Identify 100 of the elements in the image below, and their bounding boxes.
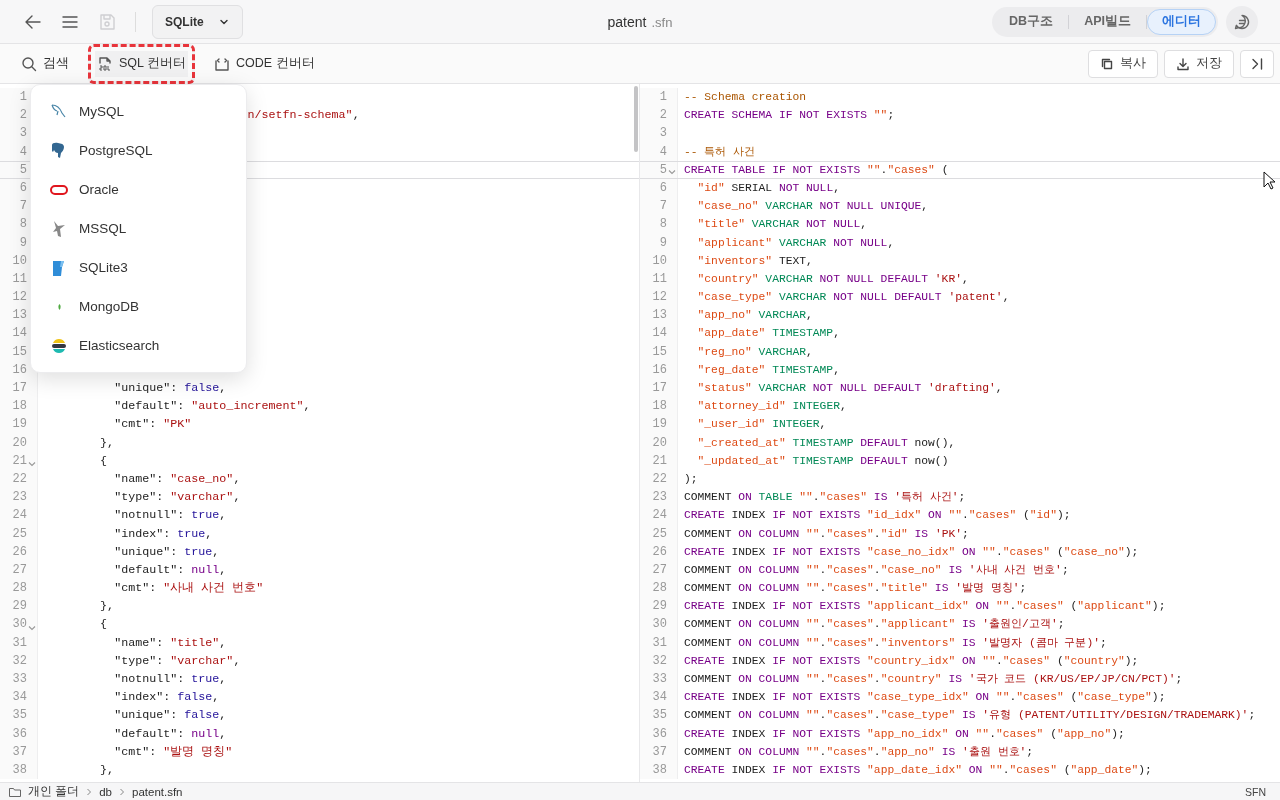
line-number: 1: [658, 89, 667, 106]
code-line: COMMENT ON COLUMN ""."cases"."id" IS 'PK';: [684, 527, 969, 540]
fold-chevron-icon[interactable]: [28, 460, 36, 467]
line-number: 33: [651, 671, 667, 688]
line-number: 34: [11, 689, 27, 707]
line-number: 21: [651, 452, 667, 470]
breadcrumb-link[interactable]: db: [99, 785, 112, 798]
code-line: },: [100, 435, 115, 450]
code-line: "inventors" TEXT,: [697, 254, 813, 267]
line-number: 15: [11, 343, 27, 361]
line-number: 2: [658, 107, 667, 125]
menu-item[interactable]: MSSQL: [31, 209, 246, 248]
chevron-right-icon: [118, 786, 126, 797]
code-line: "type": "varchar",: [114, 653, 241, 668]
code-line: COMMENT ON COLUMN ""."cases"."title" IS '발명 명칭';: [684, 582, 1027, 595]
menu-item[interactable]: MongoDB: [31, 287, 246, 326]
toolbar-tab[interactable]: 검색: [12, 43, 78, 84]
code-line: "_updated_at" TIMESTAMP DEFAULT now(): [697, 454, 949, 467]
code-line: CREATE SCHEMA IF NOT EXISTS "";: [684, 109, 895, 122]
line-number: 19: [11, 416, 27, 434]
code-line: "attorney_id" INTEGER,: [697, 400, 847, 413]
menu-item[interactable]: MySQL: [31, 92, 246, 131]
toolbar-tab[interactable]: CODE 컨버터: [205, 43, 324, 84]
line-number: 29: [651, 598, 667, 616]
line-number: 10: [651, 252, 667, 270]
menu-item[interactable]: PostgreSQL: [31, 131, 246, 170]
fold-chevron-icon[interactable]: [28, 624, 36, 631]
code-line: },: [100, 599, 115, 614]
line-number: 13: [651, 307, 667, 325]
line-number: 20: [651, 434, 667, 452]
line-number: 19: [651, 416, 667, 434]
folder-icon: [8, 785, 22, 798]
code-line: "unique": true,: [114, 544, 220, 559]
code-line: CREATE INDEX IF NOT EXISTS "applicant_idx" ON ""."cases" ("applicant");: [684, 600, 1166, 613]
line-number: 16: [651, 361, 667, 379]
code-line: {: [100, 617, 108, 632]
line-number: 20: [11, 434, 27, 452]
line-number: 31: [651, 634, 667, 652]
code-line: CREATE INDEX IF NOT EXISTS "case_type_idx" ON ""."cases" ("case_type");: [684, 691, 1166, 704]
code-line: "reg_no" VARCHAR,: [697, 345, 813, 358]
code-line: n/setfn-schema",: [247, 108, 360, 123]
line-number: 28: [651, 580, 667, 598]
line-number: 14: [651, 325, 667, 343]
chat-button[interactable]: [1226, 5, 1258, 38]
line-number: 34: [651, 689, 667, 707]
line-number: 24: [11, 507, 27, 525]
code-line: "default": null,: [114, 726, 227, 741]
code-line: COMMENT ON COLUMN ""."cases"."country" IS '국가 코드 (KR/US/EP/JP/CN/PCT)';: [684, 673, 1183, 685]
view-tab[interactable]: DB구조: [994, 8, 1069, 35]
menu-item[interactable]: SQLite3: [31, 248, 246, 287]
fold-chevron-icon[interactable]: [668, 168, 676, 175]
menu-item[interactable]: Oracle: [31, 170, 246, 209]
save-file-button[interactable]: 저장: [1164, 49, 1234, 78]
line-number: 30: [11, 616, 27, 634]
code-line: CREATE INDEX IF NOT EXISTS "app_date_idx" ON ""."cases" ("app_date");: [684, 763, 1152, 776]
code-line: "name": "title",: [114, 635, 227, 650]
line-number: 23: [11, 489, 27, 507]
line-number: 36: [651, 725, 667, 743]
line-number: 23: [651, 489, 667, 507]
code-line: CREATE INDEX IF NOT EXISTS "case_no_idx" ON ""."cases" ("case_no");: [684, 545, 1139, 558]
line-number: 37: [11, 743, 27, 761]
line-number: 22: [11, 470, 27, 488]
scrollbar-thumb[interactable]: [634, 86, 638, 152]
code-line: "country" VARCHAR NOT NULL DEFAULT 'KR',: [697, 272, 969, 285]
menu-item[interactable]: Elasticsearch: [31, 326, 246, 365]
line-number: 18: [11, 398, 27, 416]
line-number: 28: [11, 580, 27, 598]
code-line: COMMENT ON TABLE ""."cases" IS '특허 사건';: [684, 491, 966, 504]
line-number: 18: [651, 398, 667, 416]
file-name: patent: [607, 13, 647, 30]
code-line: "unique": false,: [114, 708, 227, 723]
code-line: COMMENT ON COLUMN ""."cases"."inventors" IS '발명자 (콤마 구분)';: [684, 636, 1107, 649]
code-line: "applicant" VARCHAR NOT NULL,: [697, 236, 895, 249]
line-number: 33: [11, 671, 27, 688]
collapse-right-icon: [1249, 55, 1265, 72]
line-number: 6: [18, 179, 27, 197]
code-line: "cmt": "발명 명칭": [114, 744, 233, 759]
code-line: "type": "varchar",: [114, 490, 241, 505]
line-number: 21: [11, 452, 27, 470]
line-number: 7: [658, 198, 667, 216]
collapse-panel-button[interactable]: [1240, 49, 1274, 78]
code-line: CREATE INDEX IF NOT EXISTS "country_idx" ON ""."cases" ("country");: [684, 654, 1139, 667]
code-line: "id" SERIAL NOT NULL,: [697, 181, 840, 194]
code-line: "index": true,: [114, 526, 213, 541]
breadcrumb-link[interactable]: 개인 폴더: [28, 784, 80, 799]
code-line: "default": null,: [114, 562, 227, 577]
line-number: 32: [651, 652, 667, 670]
view-tab[interactable]: 에디터: [1147, 8, 1216, 35]
database-dropdown[interactable]: SQLite: [152, 4, 243, 39]
line-number: 3: [658, 125, 667, 143]
breadcrumb-link[interactable]: patent.sfn: [132, 785, 183, 798]
code-line: COMMENT ON COLUMN ""."cases"."applicant" IS '출원인/고객';: [684, 618, 1065, 631]
line-number: 8: [658, 216, 667, 234]
view-tab[interactable]: API빌드: [1069, 8, 1146, 35]
line-number: 12: [651, 289, 667, 307]
line-number: 31: [11, 634, 27, 652]
copy-button[interactable]: 복사: [1088, 49, 1158, 78]
toolbar-tab[interactable]: SQL 컨버터: [88, 43, 196, 84]
line-number: 6: [658, 179, 667, 197]
line-number: 25: [11, 525, 27, 543]
